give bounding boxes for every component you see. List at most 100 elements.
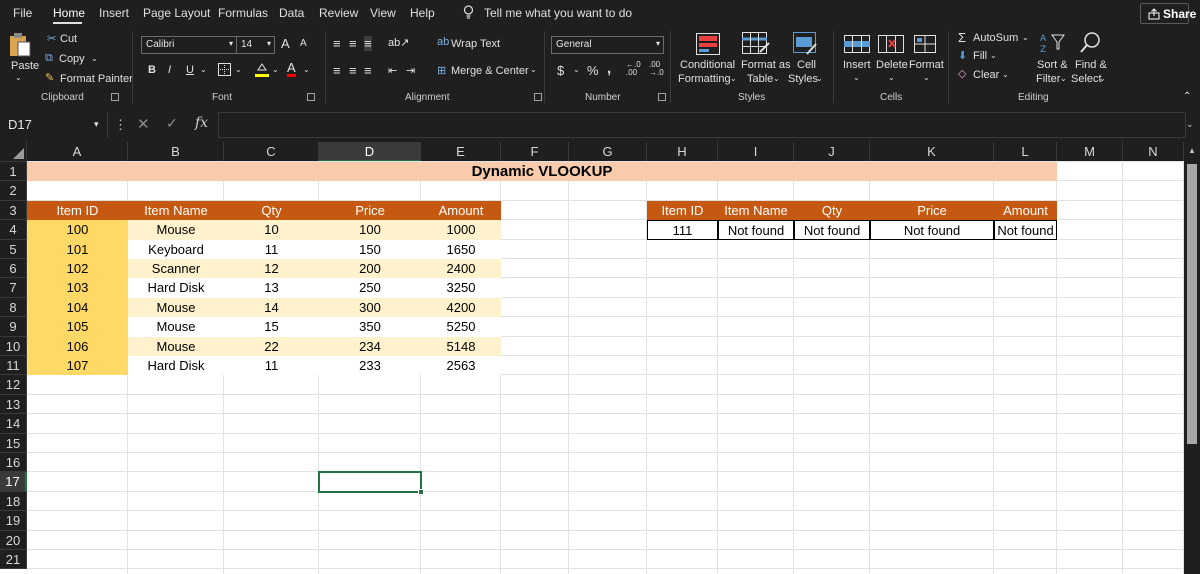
autosum-label[interactable]: AutoSum [973,32,1018,44]
font-color-dropdown-icon[interactable]: ⌄ [303,65,310,74]
chevron-down-icon[interactable]: ⌄ [730,74,737,83]
table-cell[interactable]: 2400 [421,259,501,278]
chevron-down-icon[interactable]: ⌄ [1060,74,1067,83]
underline-button[interactable]: U [186,64,194,76]
table-cell[interactable]: Mouse [128,317,224,337]
align-top-icon[interactable]: ≡ [333,36,341,51]
table-cell[interactable]: 3250 [421,278,501,298]
table-cell[interactable]: 105 [27,317,128,337]
row-header-9[interactable]: 9 [0,317,27,337]
lookup-header-price[interactable]: Price [870,201,994,220]
table-cell[interactable]: 10 [224,220,319,240]
chevron-down-icon[interactable]: ⌄ [1002,70,1009,79]
column-header-F[interactable]: F [501,142,569,162]
column-header-E[interactable]: E [421,142,501,162]
insert-function-button[interactable]: fx [195,115,208,131]
font-name-combo[interactable]: Calibri ▾ [141,36,237,54]
fill-color-dropdown-icon[interactable]: ⌄ [272,65,279,74]
column-header-H[interactable]: H [647,142,718,162]
table-cell[interactable]: 234 [319,337,421,356]
insert-cells-icon[interactable] [844,35,870,53]
vertical-scrollbar[interactable]: ▲ [1184,142,1200,574]
table-cell[interactable]: 104 [27,298,128,317]
wrap-text-label[interactable]: Wrap Text [451,38,500,50]
lookup-header-item-id[interactable]: Item ID [647,201,718,220]
column-header-K[interactable]: K [870,142,994,162]
row-header-10[interactable]: 10 [0,337,27,356]
row-header-8[interactable]: 8 [0,298,27,317]
sort-filter-label-2[interactable]: Filter [1036,73,1060,85]
row-header-15[interactable]: 15 [0,434,27,453]
align-middle-icon[interactable]: ≡ [349,36,357,51]
table-cell[interactable]: 11 [224,240,319,259]
table-cell[interactable]: 100 [319,220,421,240]
lookup-result-cell[interactable]: Not found [994,220,1057,240]
copy-label[interactable]: Copy [59,53,85,65]
format-label[interactable]: Format [909,59,944,71]
collapse-ribbon-icon[interactable]: ⌃ [1183,91,1191,102]
table-cell[interactable]: 4200 [421,298,501,317]
formula-input[interactable] [218,112,1186,138]
table-header-amount[interactable]: Amount [421,201,501,220]
orientation-icon[interactable]: ab↗ [388,36,409,49]
find-select-label-2[interactable]: Select [1071,73,1102,85]
lookup-result-cell[interactable]: Not found [794,220,870,240]
cell-styles-label-2[interactable]: Styles [788,73,818,85]
scrollbar-thumb[interactable] [1187,164,1197,444]
table-header-item-id[interactable]: Item ID [27,201,128,220]
borders-icon[interactable] [218,63,231,76]
chevron-down-icon[interactable]: ▾ [94,119,99,130]
row-header-17[interactable]: 17 [0,472,27,492]
font-launcher-icon[interactable] [307,93,315,101]
table-cell[interactable]: 107 [27,356,128,375]
table-cell[interactable]: 250 [319,278,421,298]
chevron-down-icon[interactable]: ⌄ [990,51,997,60]
cell-styles-icon[interactable] [793,32,817,56]
chevron-down-icon[interactable]: ⌄ [888,73,895,82]
bold-button[interactable]: B [148,64,156,76]
copy-dropdown-icon[interactable]: ⌄ [91,54,98,63]
table-cell[interactable]: Mouse [128,220,224,240]
table-cell[interactable]: 13 [224,278,319,298]
sort-filter-label-1[interactable]: Sort & [1037,59,1068,71]
borders-dropdown-icon[interactable]: ⌄ [235,65,242,74]
delete-label[interactable]: Delete [876,59,908,71]
paste-dropdown-icon[interactable]: ⌄ [15,73,22,82]
format-cells-icon[interactable] [914,35,936,53]
table-cell[interactable]: 1650 [421,240,501,259]
table-cell[interactable]: 102 [27,259,128,278]
table-cell[interactable]: Hard Disk [128,278,224,298]
row-header-21[interactable]: 21 [0,550,27,569]
align-right-icon[interactable]: ≡ [364,63,372,78]
paste-label[interactable]: Paste [11,60,39,72]
currency-button[interactable]: $ [557,63,564,78]
row-header-7[interactable]: 7 [0,278,27,298]
table-cell[interactable]: 200 [319,259,421,278]
table-cell[interactable]: 103 [27,278,128,298]
underline-dropdown-icon[interactable]: ⌄ [200,65,207,74]
row-header-1[interactable]: 1 [0,162,27,181]
row-header-14[interactable]: 14 [0,414,27,434]
clear-label[interactable]: Clear [973,69,999,81]
column-header-J[interactable]: J [794,142,870,162]
chevron-down-icon[interactable]: ⌄ [853,73,860,82]
table-cell[interactable]: 14 [224,298,319,317]
menu-tab-review[interactable]: Review [319,6,358,20]
format-as-table-label-2[interactable]: Table [747,73,773,85]
conditional-formatting-label-2[interactable]: Formatting [678,73,731,85]
fill-handle[interactable] [418,489,424,495]
chevron-down-icon[interactable]: ⌄ [773,74,780,83]
menu-tab-page-layout[interactable]: Page Layout [143,6,210,20]
table-cell[interactable]: 106 [27,337,128,356]
table-cell[interactable]: 22 [224,337,319,356]
row-header-13[interactable]: 13 [0,395,27,414]
menu-tab-view[interactable]: View [370,6,396,20]
row-header-19[interactable]: 19 [0,511,27,531]
italic-button[interactable]: I [168,64,171,76]
menu-tab-data[interactable]: Data [279,6,304,20]
table-header-item-name[interactable]: Item Name [128,201,224,220]
clipboard-launcher-icon[interactable] [111,93,119,101]
column-header-B[interactable]: B [128,142,224,162]
lookup-result-cell[interactable]: Not found [718,220,794,240]
table-cell[interactable]: 350 [319,317,421,337]
